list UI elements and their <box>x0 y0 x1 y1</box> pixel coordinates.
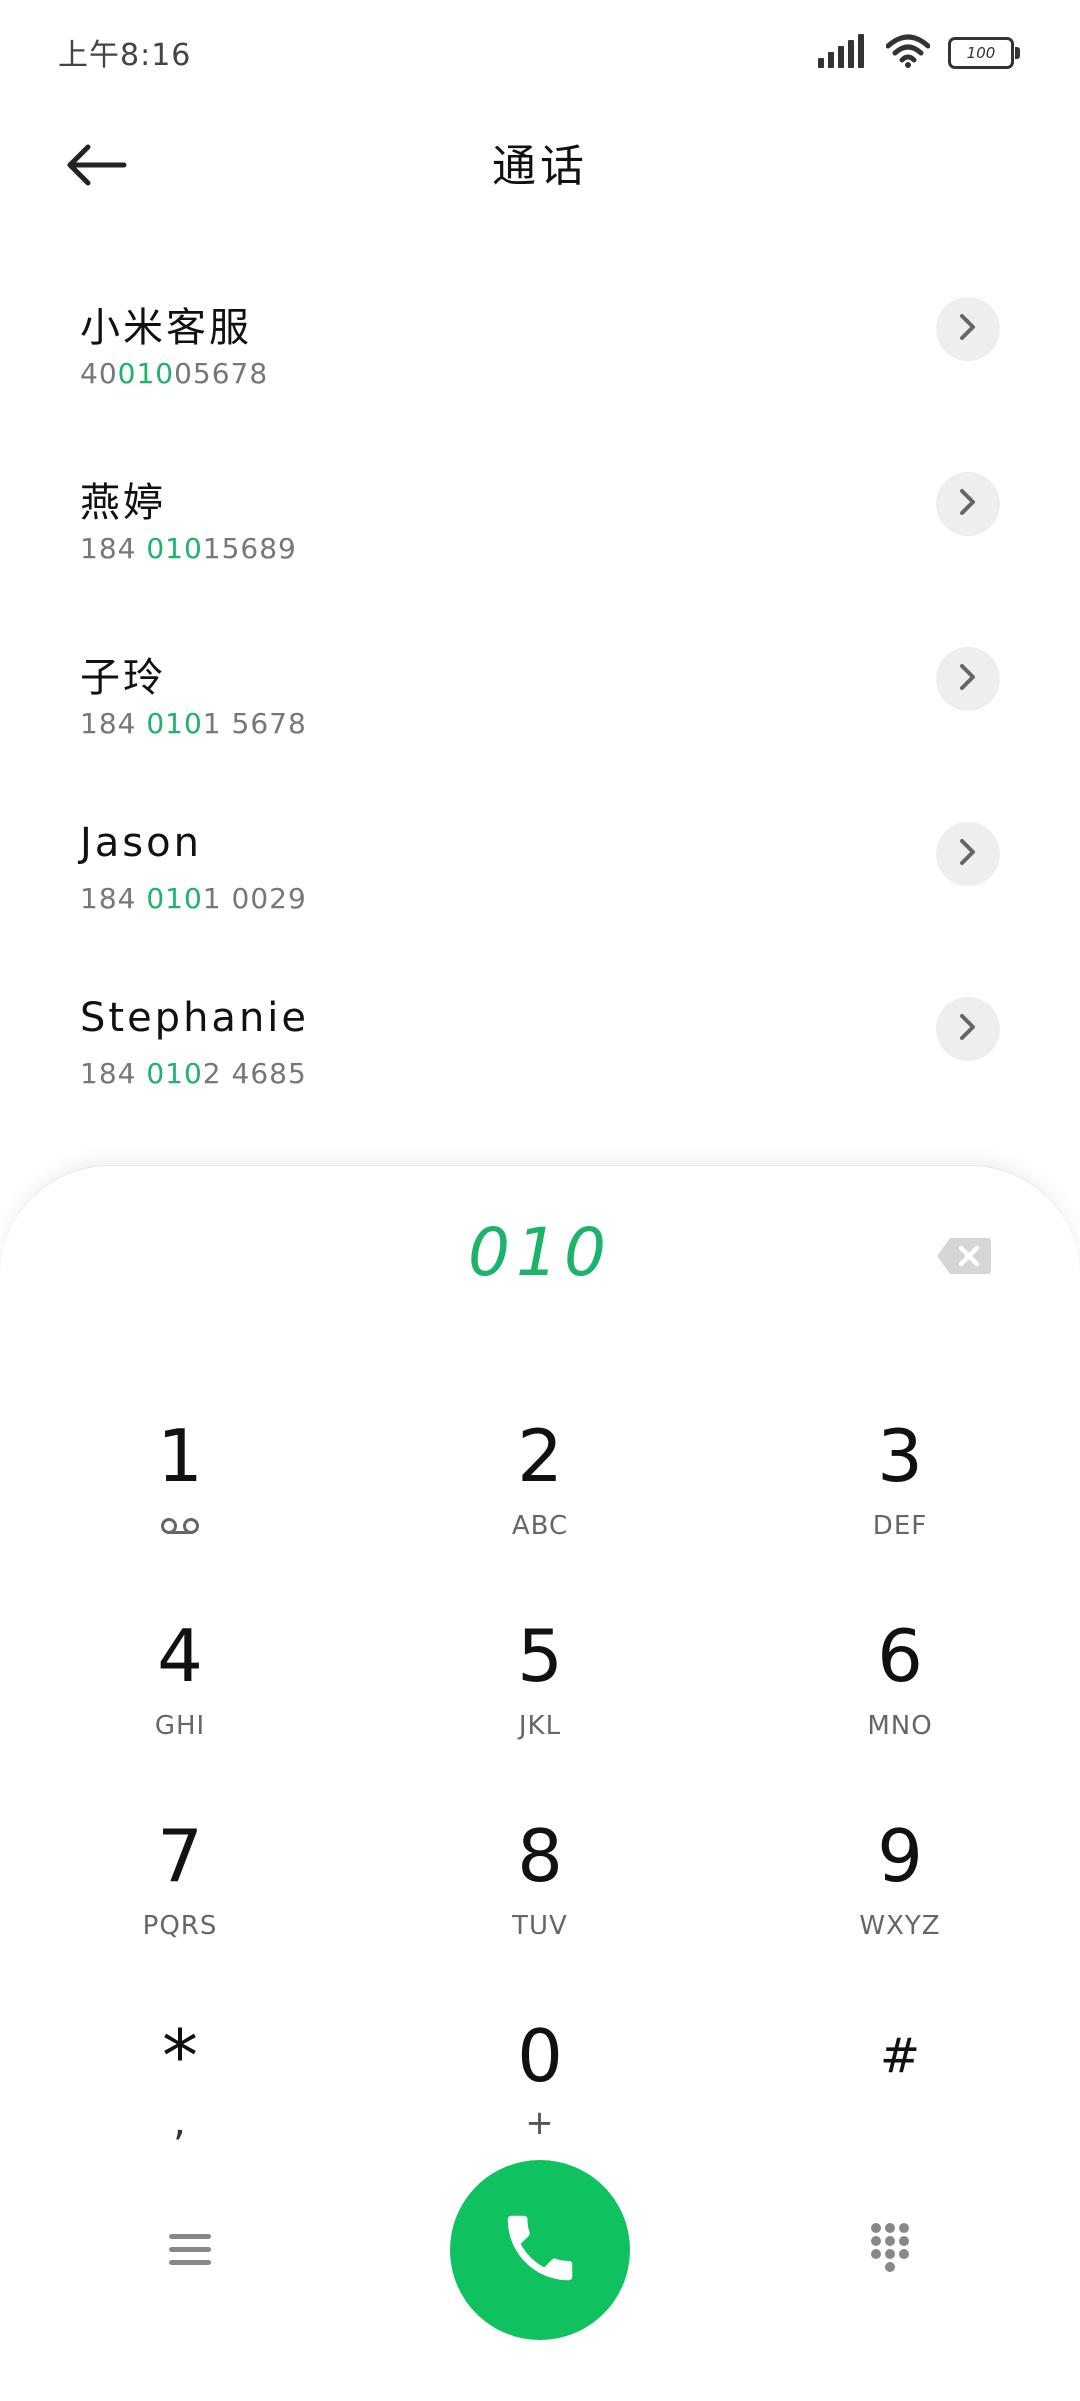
battery-level: 100 <box>966 44 996 62</box>
key-digit: 7 <box>157 1814 203 1898</box>
contact-list: 小米客服 4001005678 燕婷 184 01015689 子玲 184 0… <box>0 265 1080 1140</box>
contact-row[interactable]: 燕婷 184 01015689 <box>0 440 1080 615</box>
backspace-button[interactable] <box>936 1236 992 1276</box>
wifi-icon <box>885 34 931 72</box>
key-digit: # <box>879 2028 921 2084</box>
contact-name: 燕婷 <box>80 480 166 526</box>
key-letters: PQRS <box>142 1911 218 1941</box>
number-prefix: 184 <box>80 707 147 740</box>
key-digit: 1 <box>157 1414 203 1498</box>
key-letters: GHI <box>154 1711 206 1741</box>
number-prefix: 184 <box>80 532 147 565</box>
key-letters: ABC <box>511 1511 569 1541</box>
contact-number: 184 0101 5678 <box>80 707 307 740</box>
keypad-toggle-button[interactable] <box>850 2210 930 2290</box>
key-1[interactable]: 1 <box>0 1411 360 1611</box>
key-letters: + <box>525 2103 555 2143</box>
key-6[interactable]: 6 MNO <box>720 1611 1080 1811</box>
number-match: 010 <box>146 532 203 565</box>
number-suffix: 2 4685 <box>202 1057 307 1090</box>
key-letters: JKL <box>518 1711 562 1741</box>
contact-name: Jason <box>80 820 202 866</box>
backspace-icon <box>936 1238 992 1280</box>
contact-row[interactable]: Stephanie 184 0102 4685 <box>0 965 1080 1140</box>
key-digit: 8 <box>517 1814 563 1898</box>
key-digit: 9 <box>877 1814 923 1898</box>
contact-row[interactable]: 小米客服 4001005678 <box>0 265 1080 440</box>
dial-input[interactable]: 010 <box>0 1214 1080 1291</box>
contact-name: 子玲 <box>80 655 166 701</box>
number-prefix: 184 <box>80 882 147 915</box>
contact-row[interactable]: 子玲 184 0101 5678 <box>0 615 1080 790</box>
keypad: 1 2 ABC 3 DEF 4 GHI 5 JKL 6 MNO 7 PQRS 8… <box>0 1411 1080 2211</box>
key-7[interactable]: 7 PQRS <box>0 1811 360 2011</box>
key-digit: * <box>162 2014 198 2098</box>
key-3[interactable]: 3 DEF <box>720 1411 1080 1611</box>
contact-detail-button[interactable] <box>936 647 1000 711</box>
number-suffix: 15689 <box>202 532 297 565</box>
contact-detail-button[interactable] <box>936 822 1000 886</box>
voicemail-icon <box>160 1517 200 1539</box>
key-8[interactable]: 8 TUV <box>360 1811 720 2011</box>
number-match: 010 <box>146 1057 203 1090</box>
number-suffix: 1 5678 <box>202 707 307 740</box>
chevron-right-icon <box>957 662 979 696</box>
key-digit: 2 <box>517 1414 563 1498</box>
key-digit: 3 <box>877 1414 923 1498</box>
key-2[interactable]: 2 ABC <box>360 1411 720 1611</box>
number-prefix: 40 <box>80 357 118 390</box>
chevron-right-icon <box>957 1012 979 1046</box>
key-4[interactable]: 4 GHI <box>0 1611 360 1811</box>
number-match: 010 <box>117 357 175 390</box>
chevron-right-icon <box>957 312 979 346</box>
key-letters: MNO <box>867 1711 933 1741</box>
number-match: 010 <box>146 882 203 915</box>
status-time: 上午8:16 <box>58 38 192 73</box>
key-letters: TUV <box>512 1911 568 1941</box>
battery-icon: 100 <box>948 37 1020 69</box>
chevron-right-icon <box>957 487 979 521</box>
phone-icon <box>497 2205 583 2295</box>
contact-number: 184 0102 4685 <box>80 1057 307 1090</box>
call-button[interactable] <box>450 2160 630 2340</box>
key-digit: 4 <box>157 1614 203 1698</box>
number-suffix: 05678 <box>174 357 269 390</box>
key-digit: 5 <box>517 1614 563 1698</box>
contact-name: Stephanie <box>80 995 310 1041</box>
header: 通话 <box>0 110 1080 220</box>
key-letters: WXYZ <box>859 1911 941 1941</box>
number-prefix: 184 <box>80 1057 147 1090</box>
contact-name: 小米客服 <box>80 305 252 351</box>
contact-number: 4001005678 <box>80 357 268 390</box>
page-title: 通话 <box>492 141 588 192</box>
status-icons: 100 <box>818 34 1020 72</box>
keypad-icon <box>868 2221 912 2279</box>
key-digit: 0 <box>517 2014 563 2098</box>
key-5[interactable]: 5 JKL <box>360 1611 720 1811</box>
number-match: 010 <box>146 707 203 740</box>
signal-icon <box>818 34 868 72</box>
key-9[interactable]: 9 WXYZ <box>720 1811 1080 2011</box>
number-suffix: 1 0029 <box>202 882 307 915</box>
chevron-right-icon <box>957 837 979 871</box>
contact-detail-button[interactable] <box>936 297 1000 361</box>
key-digit: 6 <box>877 1614 923 1698</box>
key-letters: , <box>173 2099 187 2145</box>
menu-button[interactable] <box>150 2222 230 2282</box>
bottom-bar <box>0 2160 1080 2340</box>
contact-number: 184 01015689 <box>80 532 297 565</box>
menu-icon <box>167 2230 213 2274</box>
contact-detail-button[interactable] <box>936 472 1000 536</box>
contact-number: 184 0101 0029 <box>80 882 307 915</box>
contact-row[interactable]: Jason 184 0101 0029 <box>0 790 1080 965</box>
status-bar: 上午8:16 100 <box>0 0 1080 110</box>
key-letters: DEF <box>872 1511 928 1541</box>
contact-detail-button[interactable] <box>936 997 1000 1061</box>
